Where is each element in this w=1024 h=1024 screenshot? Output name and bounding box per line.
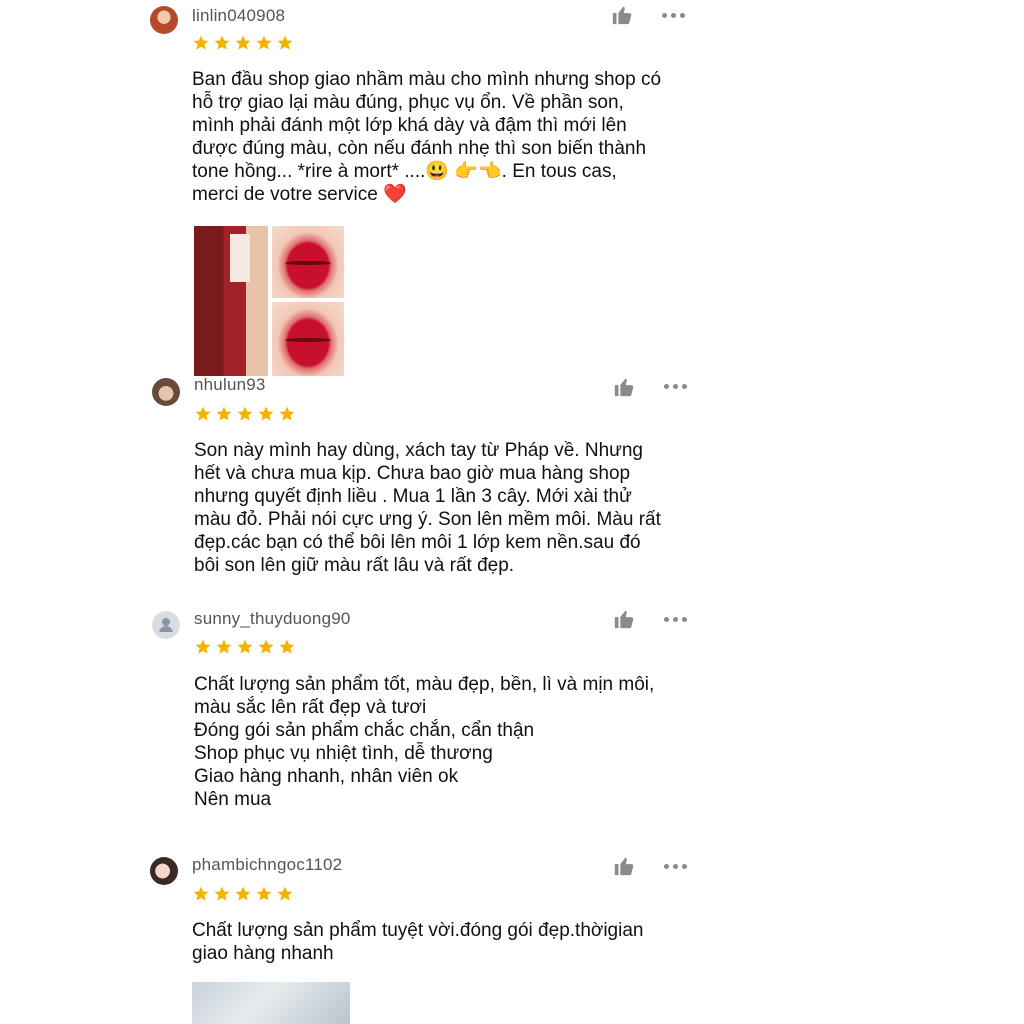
star-icon [214, 886, 230, 901]
star-icon [214, 35, 230, 50]
star-icon [277, 35, 293, 50]
default-avatar-icon [159, 618, 173, 632]
star-icon [195, 406, 211, 421]
star-icon [256, 35, 272, 50]
review-photo[interactable] [272, 226, 344, 298]
review-text: Son này mình hay dùng, xách tay từ Pháp … [194, 440, 661, 576]
like-icon[interactable] [613, 608, 635, 630]
star-icon [256, 886, 272, 901]
username[interactable]: phambichngoc1102 [192, 855, 342, 875]
star-icon [216, 639, 232, 654]
star-icon [258, 639, 274, 654]
rating-stars [194, 405, 296, 423]
star-icon [193, 886, 209, 901]
star-icon [279, 639, 295, 654]
avatar[interactable] [152, 378, 180, 406]
review-photo[interactable] [192, 982, 350, 1024]
star-icon [279, 406, 295, 421]
star-icon [237, 639, 253, 654]
username[interactable]: sunny_thuyduong90 [194, 609, 351, 629]
more-options-icon[interactable] [662, 10, 688, 20]
avatar[interactable] [150, 6, 178, 34]
rating-stars [194, 638, 296, 656]
star-icon [258, 406, 274, 421]
star-icon [195, 639, 211, 654]
star-icon [237, 406, 253, 421]
rating-stars [192, 885, 294, 903]
avatar[interactable] [152, 611, 180, 639]
review-text: Chất lượng sản phẩm tuyệt vời.đóng gói đ… [192, 920, 644, 964]
like-icon[interactable] [613, 376, 635, 398]
star-icon [216, 406, 232, 421]
more-options-icon[interactable] [664, 614, 690, 624]
review-text: Ban đầu shop giao nhầm màu cho mình nhưn… [192, 69, 662, 205]
avatar[interactable] [150, 857, 178, 885]
username[interactable]: nhulun93 [194, 375, 266, 395]
rating-stars [192, 34, 294, 52]
review-text: Chất lượng sản phẩm tốt, màu đẹp, bền, l… [194, 674, 655, 810]
review-photo[interactable] [272, 302, 344, 376]
star-icon [235, 35, 251, 50]
like-icon[interactable] [613, 855, 635, 877]
star-icon [277, 886, 293, 901]
more-options-icon[interactable] [664, 381, 690, 391]
like-icon[interactable] [611, 4, 633, 26]
star-icon [193, 35, 209, 50]
star-icon [235, 886, 251, 901]
username[interactable]: linlin040908 [192, 6, 285, 26]
more-options-icon[interactable] [664, 861, 690, 871]
review-photo[interactable] [194, 226, 268, 376]
